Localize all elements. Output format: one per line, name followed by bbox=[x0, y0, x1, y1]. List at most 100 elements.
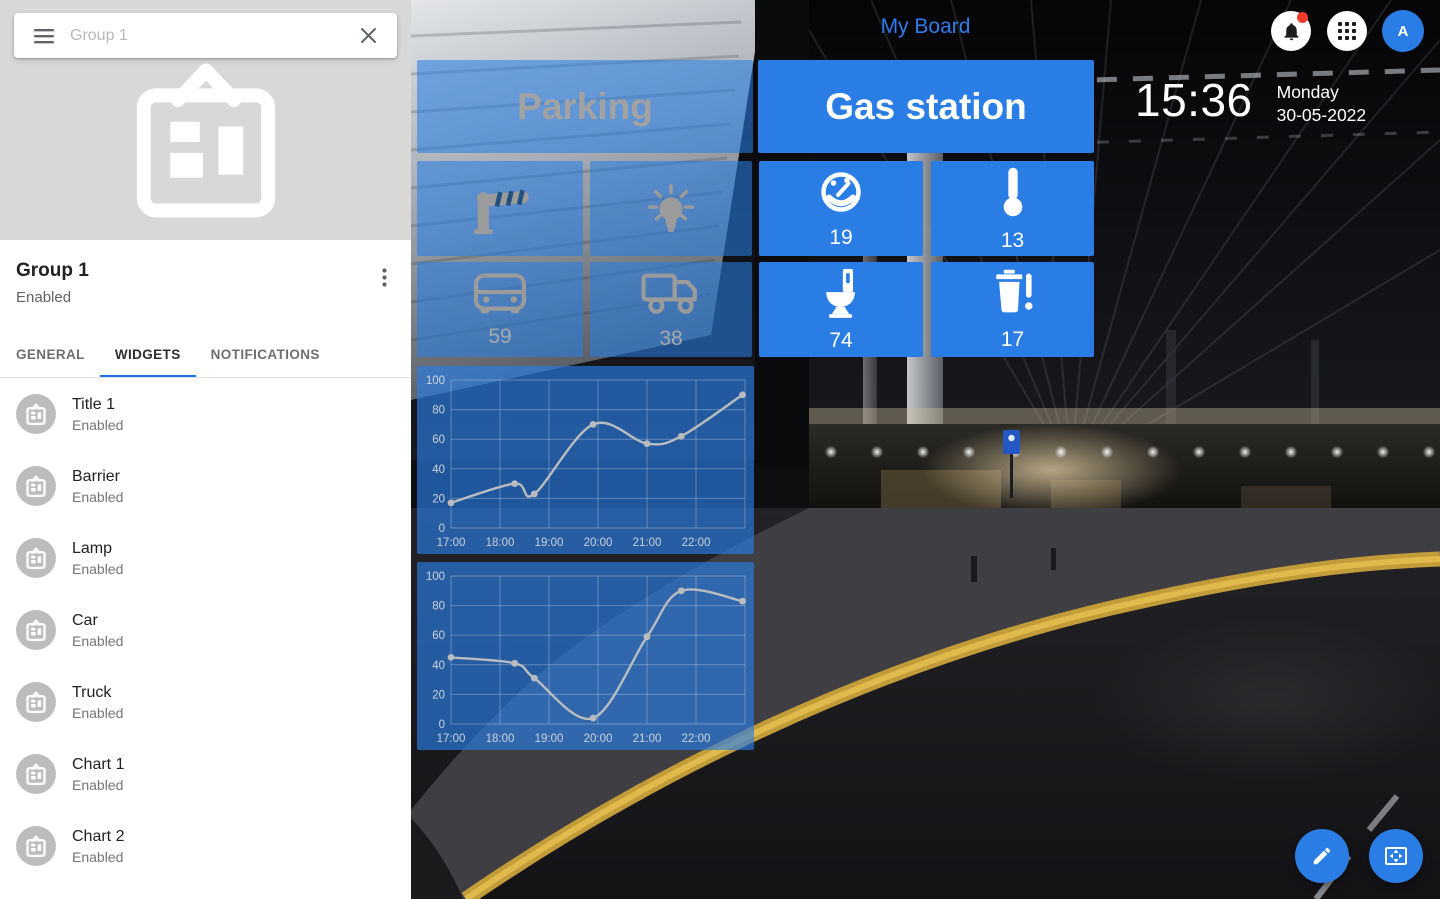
svg-text:19:00: 19:00 bbox=[535, 537, 564, 549]
list-item-lamp[interactable]: Lamp Enabled bbox=[0, 522, 411, 594]
list-item-title-1[interactable]: Title 1 Enabled bbox=[0, 378, 411, 450]
svg-text:22:00: 22:00 bbox=[682, 733, 711, 745]
widget-status: Enabled bbox=[72, 849, 124, 865]
group-settings-panel: Group 1 Enabled GENERAL WIDGETS NOTIFICA… bbox=[0, 0, 411, 899]
widget-title: Chart 1 bbox=[72, 756, 124, 774]
widget-avatar bbox=[16, 538, 56, 578]
apps-button[interactable] bbox=[1327, 11, 1367, 51]
group-header: Group 1 Enabled bbox=[0, 240, 411, 306]
svg-text:0: 0 bbox=[439, 523, 445, 535]
list-item-car[interactable]: CarEnabled bbox=[0, 594, 411, 666]
svg-text:40: 40 bbox=[432, 464, 445, 476]
close-button[interactable] bbox=[354, 21, 383, 50]
edit-fab[interactable] bbox=[1295, 829, 1349, 883]
gauge-value: 19 bbox=[829, 226, 852, 250]
widget-status: Enabled bbox=[72, 705, 123, 721]
lamp-icon bbox=[644, 180, 698, 238]
widget-status: Enabled bbox=[72, 489, 123, 505]
user-avatar[interactable]: A bbox=[1382, 10, 1424, 52]
svg-text:20:00: 20:00 bbox=[584, 733, 613, 745]
svg-text:60: 60 bbox=[432, 630, 445, 642]
truck-icon bbox=[639, 268, 703, 318]
tile-lamp[interactable] bbox=[590, 161, 752, 256]
widget-title: Chart 2 bbox=[72, 828, 124, 846]
notification-badge bbox=[1297, 12, 1308, 23]
svg-text:0: 0 bbox=[439, 719, 445, 731]
svg-text:21:00: 21:00 bbox=[633, 733, 662, 745]
car-icon bbox=[471, 270, 529, 316]
svg-text:100: 100 bbox=[426, 571, 445, 583]
trash-value: 17 bbox=[1001, 328, 1024, 352]
svg-text:80: 80 bbox=[432, 601, 445, 613]
svg-text:60: 60 bbox=[432, 434, 445, 446]
chart-widget-1: 02040608010017:0018:0019:0020:0021:0022:… bbox=[417, 366, 754, 554]
widget-title: Car bbox=[72, 612, 123, 630]
fit-screen-icon bbox=[1384, 844, 1408, 868]
tab-general[interactable]: GENERAL bbox=[0, 330, 100, 377]
line-chart-1: 02040608010017:0018:0019:0020:0021:0022:… bbox=[417, 366, 754, 554]
kebab-menu-icon bbox=[382, 268, 387, 287]
tile-trash[interactable]: 17 bbox=[931, 262, 1094, 357]
tile-toilet[interactable]: 74 bbox=[759, 262, 923, 357]
group-title: Group 1 bbox=[16, 260, 395, 282]
tab-widgets[interactable]: WIDGETS bbox=[100, 330, 196, 377]
fullscreen-fab[interactable] bbox=[1369, 829, 1423, 883]
clock-time: 15:36 bbox=[1135, 76, 1253, 124]
widget-avatar bbox=[16, 754, 56, 794]
clock-date: 30-05-2022 bbox=[1277, 104, 1367, 127]
list-item-chart-1[interactable]: Chart 1 Enabled bbox=[0, 738, 411, 810]
pencil-icon bbox=[1311, 845, 1333, 867]
tile-parking-title[interactable]: Parking bbox=[417, 60, 753, 153]
list-item-truck[interactable]: Truck Enabled bbox=[0, 666, 411, 738]
group-name-bar bbox=[14, 13, 397, 58]
svg-text:20:00: 20:00 bbox=[584, 537, 613, 549]
tile-car[interactable]: 59 bbox=[417, 262, 583, 357]
tile-barrier[interactable] bbox=[417, 161, 583, 256]
svg-text:40: 40 bbox=[432, 660, 445, 672]
svg-text:22:00: 22:00 bbox=[682, 537, 711, 549]
svg-text:20: 20 bbox=[432, 493, 445, 505]
svg-text:21:00: 21:00 bbox=[633, 537, 662, 549]
widget-title: Truck bbox=[72, 684, 123, 702]
widget-status: Enabled bbox=[72, 417, 123, 433]
widget-avatar bbox=[16, 682, 56, 722]
tile-truck[interactable]: 38 bbox=[590, 262, 752, 357]
car-value: 59 bbox=[488, 325, 511, 349]
tab-notifications[interactable]: NOTIFICATIONS bbox=[196, 330, 335, 377]
dashboard-area: My Board A 15:36 Monday 30-0 bbox=[411, 0, 1440, 899]
apps-grid-icon bbox=[1338, 22, 1356, 40]
tile-thermometer[interactable]: 13 bbox=[931, 161, 1094, 256]
group-name-input[interactable] bbox=[68, 26, 346, 46]
tile-gas-station-title[interactable]: Gas station bbox=[758, 60, 1094, 153]
toilet-icon bbox=[817, 266, 865, 320]
svg-text:100: 100 bbox=[426, 375, 445, 387]
list-item-chart-2[interactable]: Chart 2 Enabled bbox=[0, 810, 411, 882]
toilet-value: 74 bbox=[829, 329, 852, 353]
gauge-icon bbox=[816, 167, 866, 217]
menu-button[interactable] bbox=[28, 21, 60, 51]
app-root: My Board A 15:36 Monday 30-0 bbox=[0, 0, 1440, 899]
widget-avatar bbox=[16, 394, 56, 434]
tile-gauge[interactable]: 19 bbox=[759, 161, 923, 256]
list-item-barrier[interactable]: BarrierEnabled bbox=[0, 450, 411, 522]
widget-avatar bbox=[16, 826, 56, 866]
thermometer-icon bbox=[996, 164, 1030, 220]
svg-text:17:00: 17:00 bbox=[437, 537, 466, 549]
svg-text:18:00: 18:00 bbox=[486, 733, 515, 745]
clock-day: Monday bbox=[1277, 81, 1367, 104]
board-icon bbox=[128, 58, 284, 226]
clock-widget: 15:36 Monday 30-05-2022 bbox=[1135, 76, 1366, 127]
widget-title: Lamp bbox=[72, 540, 123, 558]
trash-icon bbox=[990, 267, 1036, 319]
truck-value: 38 bbox=[659, 327, 682, 351]
widget-status: Enabled bbox=[72, 561, 123, 577]
widget-status: Enabled bbox=[72, 777, 124, 793]
chart-widget-2: 02040608010017:0018:0019:0020:0021:0022:… bbox=[417, 562, 754, 750]
svg-text:20: 20 bbox=[432, 689, 445, 701]
widget-title: Title 1 bbox=[72, 396, 123, 414]
notifications-button[interactable] bbox=[1271, 11, 1311, 51]
widget-avatar bbox=[16, 466, 56, 506]
svg-text:18:00: 18:00 bbox=[486, 537, 515, 549]
svg-text:17:00: 17:00 bbox=[437, 733, 466, 745]
group-menu-button[interactable] bbox=[376, 262, 393, 293]
